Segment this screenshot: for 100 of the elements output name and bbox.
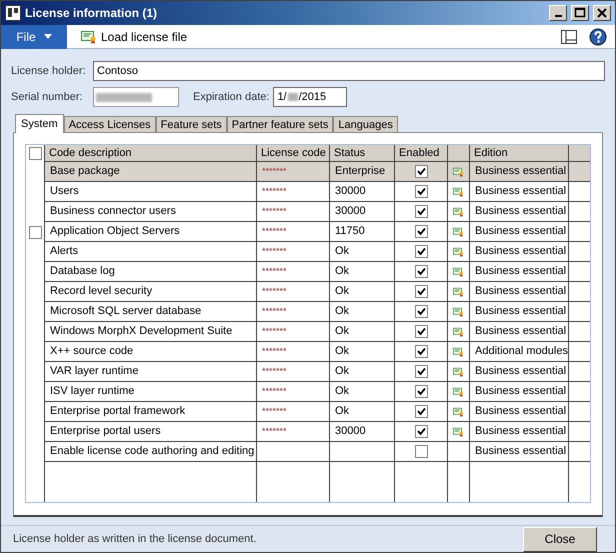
layout-icon[interactable] <box>561 30 577 44</box>
table-cell <box>568 182 590 202</box>
table-cell: Ok <box>329 242 394 262</box>
field-label: Expiration date: <box>193 90 270 105</box>
close-icon <box>595 6 609 20</box>
table-cell[interactable]: Enterprise portal users <box>44 422 256 442</box>
checkbox[interactable] <box>414 345 428 358</box>
table-cell[interactable]: Business connector users <box>44 202 256 222</box>
table-cell: Ok <box>329 282 394 302</box>
input-field[interactable] <box>93 87 179 107</box>
checkbox[interactable] <box>414 325 428 338</box>
checkbox[interactable] <box>414 245 428 258</box>
status-text: License holder as written in the license document. <box>13 532 258 547</box>
checkbox[interactable] <box>414 425 428 438</box>
table-cell: ******* <box>256 322 329 342</box>
table-cell: Ok <box>329 362 394 382</box>
table-cell: 11750 <box>329 222 394 242</box>
table-cell <box>568 282 590 302</box>
close-button[interactable]: Close <box>523 526 597 552</box>
table-cell: Business essential <box>469 262 568 282</box>
table-cell <box>568 362 590 382</box>
table-cell: Ok <box>329 322 394 342</box>
table-cell: ******* <box>256 202 329 222</box>
table-cell[interactable]: Alerts <box>44 242 256 262</box>
table-cell <box>568 322 590 342</box>
checkbox[interactable] <box>414 225 428 238</box>
table-cell[interactable]: Database log <box>44 262 256 282</box>
table-cell[interactable]: Record level security <box>44 282 256 302</box>
tab[interactable]: Access Licenses <box>64 116 156 132</box>
table-cell: Business essential <box>469 322 568 342</box>
table-cell: Business essential <box>469 302 568 322</box>
table-cell[interactable]: X++ source code <box>44 342 256 362</box>
table-cell: Ok <box>329 382 394 402</box>
minimize-icon <box>554 15 562 17</box>
table-cell: ******* <box>256 222 329 242</box>
table-cell: Business essential <box>469 202 568 222</box>
checkbox[interactable] <box>28 146 42 160</box>
checkbox[interactable] <box>414 285 428 298</box>
table-cell[interactable]: Enterprise portal framework <box>44 402 256 422</box>
tab[interactable]: System <box>15 114 64 133</box>
table-cell: Business essential <box>469 182 568 202</box>
table-cell[interactable]: Windows MorphX Development Suite <box>44 322 256 342</box>
table-cell: Ok <box>329 302 394 322</box>
checkbox[interactable] <box>414 165 428 178</box>
input-field[interactable]: Contoso <box>93 61 605 81</box>
checkbox[interactable] <box>414 305 428 318</box>
table-cell <box>568 222 590 242</box>
field-label: License holder: <box>11 64 87 79</box>
table-cell: Business essential <box>469 422 568 442</box>
table-cell: Business essential <box>469 362 568 382</box>
table-cell[interactable]: VAR layer runtime <box>44 362 256 382</box>
checkbox[interactable] <box>414 385 428 398</box>
maximize-icon <box>573 6 587 20</box>
checkbox[interactable] <box>414 365 428 378</box>
table-cell <box>568 242 590 262</box>
table-cell <box>568 382 590 402</box>
table-cell[interactable]: Base package <box>44 162 256 182</box>
table-cell <box>568 202 590 222</box>
tab[interactable]: Feature sets <box>156 116 227 132</box>
checkbox[interactable] <box>414 405 428 418</box>
table-cell: ******* <box>256 422 329 442</box>
table-cell: Business essential <box>469 282 568 302</box>
table-cell[interactable]: ISV layer runtime <box>44 382 256 402</box>
app-icon <box>5 5 21 21</box>
checkbox[interactable] <box>414 185 428 198</box>
table-cell: 30000 <box>329 202 394 222</box>
table-cell[interactable]: Microsoft SQL server database <box>44 302 256 322</box>
checkbox[interactable] <box>414 205 428 218</box>
table-cell[interactable]: Application Object Servers <box>44 222 256 242</box>
table-cell: Business essential <box>469 162 568 182</box>
checkbox[interactable] <box>414 265 428 278</box>
table-cell <box>568 422 590 442</box>
file-menu-button[interactable]: File <box>1 24 67 48</box>
tab[interactable]: Partner feature sets <box>226 116 334 132</box>
maximize-button[interactable] <box>571 5 589 21</box>
table-cell: ******* <box>256 342 329 362</box>
table-cell: ******* <box>256 282 329 302</box>
tab[interactable]: Languages <box>333 116 398 132</box>
table-cell: Enterprise <box>329 162 394 182</box>
table-cell: ******* <box>256 382 329 402</box>
table-cell: 30000 <box>329 422 394 442</box>
checkbox[interactable] <box>414 445 428 458</box>
table-cell: Ok <box>329 262 394 282</box>
close-button[interactable] <box>593 5 611 21</box>
table-cell[interactable]: Users <box>44 182 256 202</box>
table-cell: ******* <box>256 162 329 182</box>
table-cell: ******* <box>256 182 329 202</box>
certificate-icon <box>81 30 97 44</box>
caret-icon <box>44 34 52 39</box>
field-label: Serial number: <box>11 90 84 105</box>
input-field[interactable]: 1/ /2015 <box>273 87 348 107</box>
minimize-button[interactable] <box>549 5 567 21</box>
load-license-button[interactable]: Load license file <box>81 28 188 46</box>
table-cell[interactable]: Enable license code authoring and editing <box>44 442 256 462</box>
table-cell: ******* <box>256 402 329 422</box>
table-cell <box>568 342 590 362</box>
help-icon[interactable] <box>589 28 607 46</box>
table-cell: Business essential <box>469 442 568 462</box>
checkbox[interactable] <box>28 226 42 238</box>
table-cell: ******* <box>256 242 329 262</box>
